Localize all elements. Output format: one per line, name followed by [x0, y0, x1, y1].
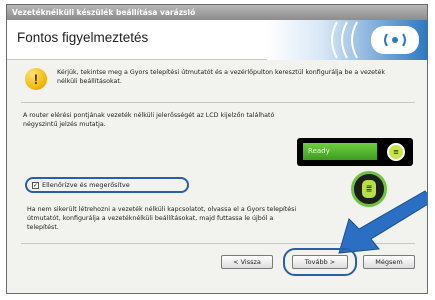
confirm-label: Ellenőrizve és megerősítve: [42, 181, 130, 189]
wizard-header: Fontos figyelmeztetés: [7, 20, 427, 60]
router-note: A router elérési pontjának vezeték nélkü…: [23, 112, 275, 128]
next-button[interactable]: Tovább >: [292, 255, 348, 269]
back-button[interactable]: < Vissza: [221, 255, 273, 269]
warning-row: ! Kérjük, tekintse meg a Gyors telepítés…: [21, 65, 415, 97]
cancel-button[interactable]: Mégsem: [363, 255, 415, 269]
window-title: Vezetéknélküli készülék beállítása varáz…: [7, 5, 427, 20]
pointer-arrow-icon: [338, 190, 427, 254]
confirm-checkbox[interactable]: ✓: [32, 182, 39, 189]
info-text: Ha nem sikerült létrehozni a vezeték nél…: [27, 206, 297, 231]
lcd-status: Ready: [303, 143, 377, 160]
page-title: Fontos figyelmeztetés: [17, 30, 149, 45]
wizard-window: Vezetéknélküli készülék beállítása varáz…: [6, 4, 428, 294]
divider: [21, 102, 415, 103]
signal-strength-icon: ≡: [387, 143, 405, 161]
warning-text: Kérjük, tekintse meg a Gyors telepítési …: [57, 69, 385, 85]
exclamation-icon: !: [25, 68, 47, 90]
confirm-checkbox-row[interactable]: ✓ Ellenőrizve és megerősítve: [25, 177, 189, 193]
lcd-display: Ready ≡: [297, 138, 413, 166]
wireless-logo-icon: [267, 20, 427, 60]
